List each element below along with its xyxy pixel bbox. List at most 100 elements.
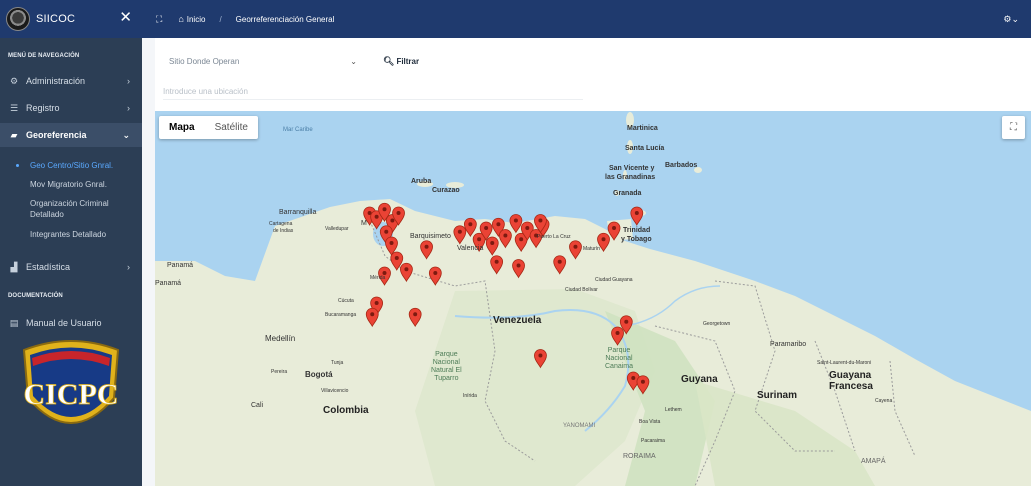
map-label: Valencia	[457, 245, 484, 252]
sidebar-item-estadistica[interactable]: ▟ Estadística ›	[0, 255, 142, 279]
map-label: Georgetown	[703, 321, 731, 327]
map-label: Villavicencio	[321, 388, 349, 394]
document-icon: ▤	[9, 317, 19, 328]
map-label: RORAIMA	[623, 453, 656, 460]
map-label: Mar Caribe	[283, 127, 313, 133]
map-label: YANOMAMI	[563, 423, 596, 429]
sidebar-item-label: Estadística	[26, 262, 71, 272]
map-label: Ciudad Guayana	[595, 277, 633, 283]
map-label: Martinica	[627, 125, 658, 132]
map-label-country: Francesa	[829, 381, 873, 392]
app-logo	[6, 7, 30, 31]
fullscreen-button[interactable]: ⛶	[1002, 116, 1025, 139]
subitem-integrantes[interactable]: Integrantes Detallado	[0, 229, 142, 240]
map-label: Pereira	[271, 369, 288, 375]
section-title-navigation: MENÚ DE NAVEGACIÓN	[8, 53, 80, 59]
breadcrumb-home[interactable]: ⌂ Inicio	[178, 14, 205, 24]
map-label: Lethem	[665, 407, 682, 413]
map-label: Ciudad Bolívar	[565, 287, 598, 293]
map-label: Pacaraima	[641, 438, 665, 444]
location-input[interactable]	[163, 84, 583, 100]
map-label: y Tobago	[621, 236, 652, 243]
map-label: Cartagena	[269, 221, 293, 227]
active-dot	[16, 164, 19, 167]
subitem-label: Mov Migratorio Gnral.	[30, 180, 107, 189]
filter-button-label: Filtrar	[396, 56, 420, 66]
app-title: SIICOC	[36, 13, 76, 25]
breadcrumb-home-label: Inicio	[186, 14, 206, 24]
subitem-organizacion-criminal[interactable]: Organización Criminal Detallado	[0, 198, 142, 220]
close-icon[interactable]: ✕	[119, 10, 132, 26]
sidebar-item-label: Georeferencia	[26, 130, 87, 140]
map-label: AMAPÁ	[861, 458, 886, 465]
map-label: Bogotá	[305, 370, 333, 379]
map-label-country: Guayana	[829, 370, 872, 381]
gear-icon: ⚙	[9, 75, 19, 86]
sidebar-item-georeferencia[interactable]: ▰ Georeferencia ⌄	[0, 123, 142, 147]
fullscreen-icon: ⛶	[1010, 122, 1017, 133]
sidebar-item-label: Registro	[26, 103, 60, 113]
subitem-geo-centro[interactable]: Geo Centro/Sitio Gnral.	[0, 160, 142, 171]
section-title-documentation: DOCUMENTACIÓN	[8, 293, 63, 299]
home-icon: ⌂	[178, 14, 184, 24]
map-label: Barbados	[665, 162, 698, 169]
chevron-right-icon: ›	[127, 76, 130, 86]
map-label-park: Parque Nacional Natural El Tuparro	[431, 351, 462, 382]
main-content: Sitio Donde Operan ⌄ 🔍︎ Filtrar Introduc…	[155, 38, 1031, 486]
map-label: Mérida	[370, 275, 386, 281]
map-label: Boa Vista	[639, 419, 661, 425]
map-label: Tunja	[331, 360, 344, 366]
map-label: Inírida	[463, 393, 477, 399]
map-label: Barquisimeto	[410, 233, 451, 240]
map-label: Puerto La Cruz	[537, 234, 571, 240]
map-label: Medellín	[265, 334, 296, 343]
chevron-right-icon: ›	[127, 262, 130, 272]
breadcrumb-separator: /	[219, 14, 222, 24]
filter-button[interactable]: 🔍︎ Filtrar	[383, 52, 419, 70]
subitem-label-line2: Detallado	[30, 210, 64, 219]
sidebar-item-manual[interactable]: ▤ Manual de Usuario	[0, 311, 142, 335]
map[interactable]: Mapa Satélite ⛶ Mar Caribe Martinica San…	[155, 111, 1031, 486]
bar-chart-icon: ▟	[10, 261, 18, 272]
map-label: Cali	[251, 402, 264, 409]
sidebar-item-registro[interactable]: ☰ Registro ›	[0, 96, 142, 120]
subitem-label: Integrantes Detallado	[30, 230, 107, 239]
expand-icon[interactable]: ⛶	[156, 14, 162, 25]
sidebar-item-label: Administración	[26, 76, 86, 86]
map-label: Granada	[613, 190, 642, 197]
map-label: las Granadinas	[605, 174, 656, 181]
topbar: ⛶ ⌂ Inicio / Georreferenciación General …	[142, 0, 1031, 38]
map-label: Trinidad	[623, 227, 651, 234]
settings-icon[interactable]: ⚙⌄	[1003, 14, 1019, 25]
map-label: Maturín	[583, 246, 600, 252]
map-marker[interactable]	[630, 206, 644, 226]
chevron-right-icon: ›	[127, 103, 130, 113]
map-label: Paramaribo	[770, 341, 807, 348]
map-label: M	[361, 220, 367, 227]
cicpc-emblem: CICPC	[22, 340, 120, 424]
emblem-lettering: CICPC	[24, 378, 119, 411]
map-label-country: Guyana	[681, 374, 718, 385]
tab-satelite[interactable]: Satélite	[205, 116, 258, 139]
site-select[interactable]: Sitio Donde Operan ⌄	[163, 52, 363, 70]
sidebar: SIICOC ✕ MENÚ DE NAVEGACIÓN ⚙ Administra…	[0, 0, 142, 486]
sidebar-item-administracion[interactable]: ⚙ Administración ›	[0, 69, 142, 93]
chevron-down-icon: ⌄	[122, 129, 130, 140]
map-label: Cúcuta	[338, 298, 354, 304]
map-label-park: Parque Nacional Canaima	[605, 347, 634, 370]
site-select-value: Sitio Donde Operan	[169, 56, 240, 66]
map-label: Panamá	[155, 280, 182, 287]
map-type-tabs: Mapa Satélite	[159, 116, 258, 139]
search-icon: 🔍︎	[383, 55, 395, 66]
map-label: San Vicente y	[609, 165, 655, 172]
map-label: Panamá	[167, 262, 194, 269]
subitem-mov-migratorio[interactable]: Mov Migratorio Gnral.	[0, 179, 142, 190]
map-label-country: Surinam	[757, 390, 798, 401]
breadcrumb-current: Georreferenciación General	[235, 14, 335, 24]
map-label-country: Colombia	[323, 405, 369, 416]
map-label-country: Venezuela	[493, 315, 542, 326]
subitem-label: Geo Centro/Sitio Gnral.	[30, 161, 114, 170]
tab-mapa[interactable]: Mapa	[159, 116, 205, 139]
list-icon: ☰	[9, 102, 19, 113]
sidebar-item-label: Manual de Usuario	[26, 318, 102, 328]
